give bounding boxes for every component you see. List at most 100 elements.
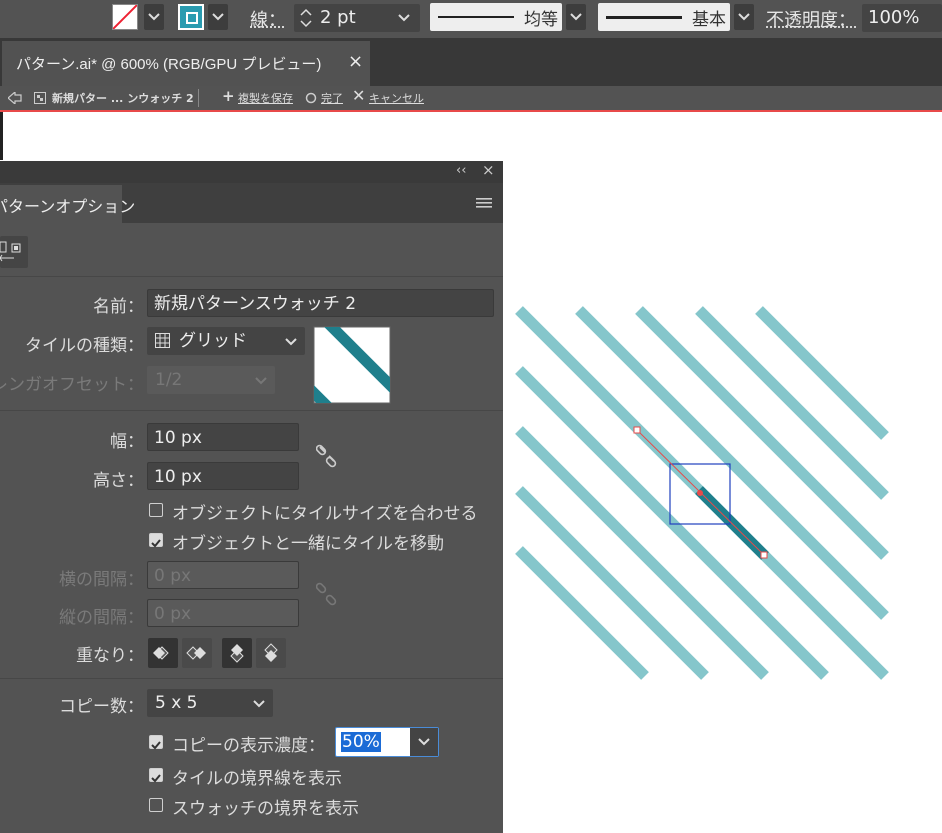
plus-icon: + [222,87,235,105]
done-circle-icon [305,92,317,104]
stroke-label[interactable]: 線： [250,6,286,32]
grid-icon [155,333,170,348]
copies-value[interactable]: 5 x 5 [155,693,198,713]
anchor-point-end[interactable] [760,551,768,559]
overlap-top-front-icon [230,644,244,663]
chevron-down-icon [738,13,750,21]
overlap-left-front-icon [153,646,169,660]
overlap-top-front-button[interactable] [222,638,252,668]
tile-type-value[interactable]: グリッド [179,327,247,355]
chevron-down-icon [285,338,297,346]
name-label: 名前： [93,297,144,317]
height-value[interactable]: 10 px [154,467,202,487]
h-spacing-field: 0 px [147,561,299,589]
fit-tile-checkbox[interactable] [149,503,163,517]
show-tile-edge-checkbox[interactable] [149,768,163,783]
pattern-tile-tool-button[interactable] [0,236,28,268]
dim-copies-field[interactable]: 50% [335,727,439,757]
width-field[interactable]: 10 px [147,423,299,451]
document-tab[interactable]: パターン.ai* @ 600% (RGB/GPU プレビュー) × [2,41,370,86]
checkmark-icon [151,774,161,783]
height-label: 高さ： [93,471,144,491]
dim-copies-value[interactable]: 50% [341,732,381,752]
pattern-tile-tool-icon [0,241,21,262]
width-value[interactable]: 10 px [154,428,202,448]
profile-line [438,16,514,18]
isolation-divider [198,89,199,107]
name-field[interactable]: 新規パターンスウォッチ 2 [147,289,494,317]
overlap-left-front-button[interactable] [148,638,178,668]
center-point [697,490,703,496]
panel-collapse-icon[interactable]: ‹‹ [456,163,466,178]
none-fill-icon [113,5,137,29]
show-swatch-bounds-checkbox[interactable] [149,798,163,812]
copies-dropdown[interactable]: 5 x 5 [147,689,273,717]
chevron-down-icon [212,13,224,21]
opacity-value[interactable]: 100% [868,7,919,28]
brush-line [606,15,682,19]
panel-tab[interactable]: パターンオプション [0,185,135,223]
stroke-swatch-inner [186,12,198,24]
tile-type-dropdown[interactable]: グリッド [147,327,305,355]
chevron-down-icon [255,377,267,385]
chevron-down-icon [253,700,265,708]
opacity-label[interactable]: 不透明度： [766,6,856,32]
v-spacing-field: 0 px [147,599,299,627]
hamburger-icon[interactable] [476,197,492,209]
show-swatch-bounds-label[interactable]: スウォッチの境界を表示 [172,794,359,819]
unlinked-chain-icon[interactable] [316,444,338,470]
dim-copies-dropdown[interactable] [410,728,438,756]
profile-label: 均等 [524,9,558,30]
control-bar: 線： 2 pt 均等 基本 不透明度： 100% [0,0,942,38]
opacity-field[interactable]: 100% [862,4,942,32]
pattern-preview[interactable] [503,290,942,690]
tile-preview [313,326,391,404]
brush-dropdown[interactable] [734,4,754,30]
overlap-label: 重なり： [76,646,144,666]
save-copy-link[interactable]: 複製を保存 [238,90,293,106]
show-tile-edge-label[interactable]: タイルの境界線を表示 [172,764,342,789]
fill-dropdown[interactable] [144,4,164,30]
document-tab-title[interactable]: パターン.ai* @ 600% (RGB/GPU プレビュー) [16,53,321,74]
h-spacing-label: 横の間隔： [59,570,144,590]
back-arrow-icon[interactable] [8,92,22,104]
overlap-bottom-front-button[interactable] [256,638,286,668]
overlap-right-front-button[interactable] [182,638,212,668]
brush-definition[interactable]: 基本 [598,3,730,31]
cancel-link[interactable]: キャンセル [369,90,424,106]
document-tab-close-icon[interactable]: × [348,51,363,72]
height-field[interactable]: 10 px [147,462,299,490]
anchor-point-start[interactable] [633,426,641,434]
chevron-down-icon [148,13,160,21]
v-spacing-value: 0 px [154,604,192,624]
stroke-weight-field[interactable]: 2 pt [294,4,420,32]
stroke-weight-value[interactable]: 2 pt [320,7,356,28]
panel-tab-label[interactable]: パターンオプション [0,193,135,217]
isolation-breadcrumb[interactable]: 新規パター ... ンウォッチ 2 [52,90,194,106]
width-label: 幅： [110,432,144,452]
stroke-swatch[interactable] [178,4,204,30]
profile-dropdown[interactable] [566,4,586,30]
panel-close-icon[interactable]: × [482,161,495,179]
done-link[interactable]: 完了 [321,90,343,106]
chevron-down-icon[interactable] [398,14,410,22]
dim-copies-label[interactable]: コピーの表示濃度： [172,731,325,756]
stroke-color-dropdown[interactable] [208,4,228,30]
isolation-mode-bar: 新規パター ... ンウォッチ 2 + 複製を保存 完了 ✕ キャンセル [0,86,942,112]
brick-offset-label: レンガオフセット： [0,375,144,395]
name-value[interactable]: 新規パターンスウォッチ 2 [154,294,356,314]
variable-width-profile[interactable]: 均等 [430,3,562,31]
dim-copies-checkbox[interactable] [149,735,163,750]
panel-separator [0,276,503,277]
chevron-down-icon [418,738,430,746]
tile-type-label: タイルの種類： [25,336,144,356]
fill-swatch[interactable] [112,4,138,30]
panel-separator [0,410,503,411]
checkmark-icon [151,741,161,750]
fit-tile-label[interactable]: オブジェクトにタイルサイズを合わせる [172,499,478,524]
move-tile-label[interactable]: オブジェクトと一緒にタイルを移動 [172,529,444,554]
move-tile-checkbox[interactable] [149,533,163,548]
checkmark-icon [151,539,161,548]
brick-offset-value: 1/2 [155,370,183,390]
stepper-icon[interactable] [298,5,314,31]
